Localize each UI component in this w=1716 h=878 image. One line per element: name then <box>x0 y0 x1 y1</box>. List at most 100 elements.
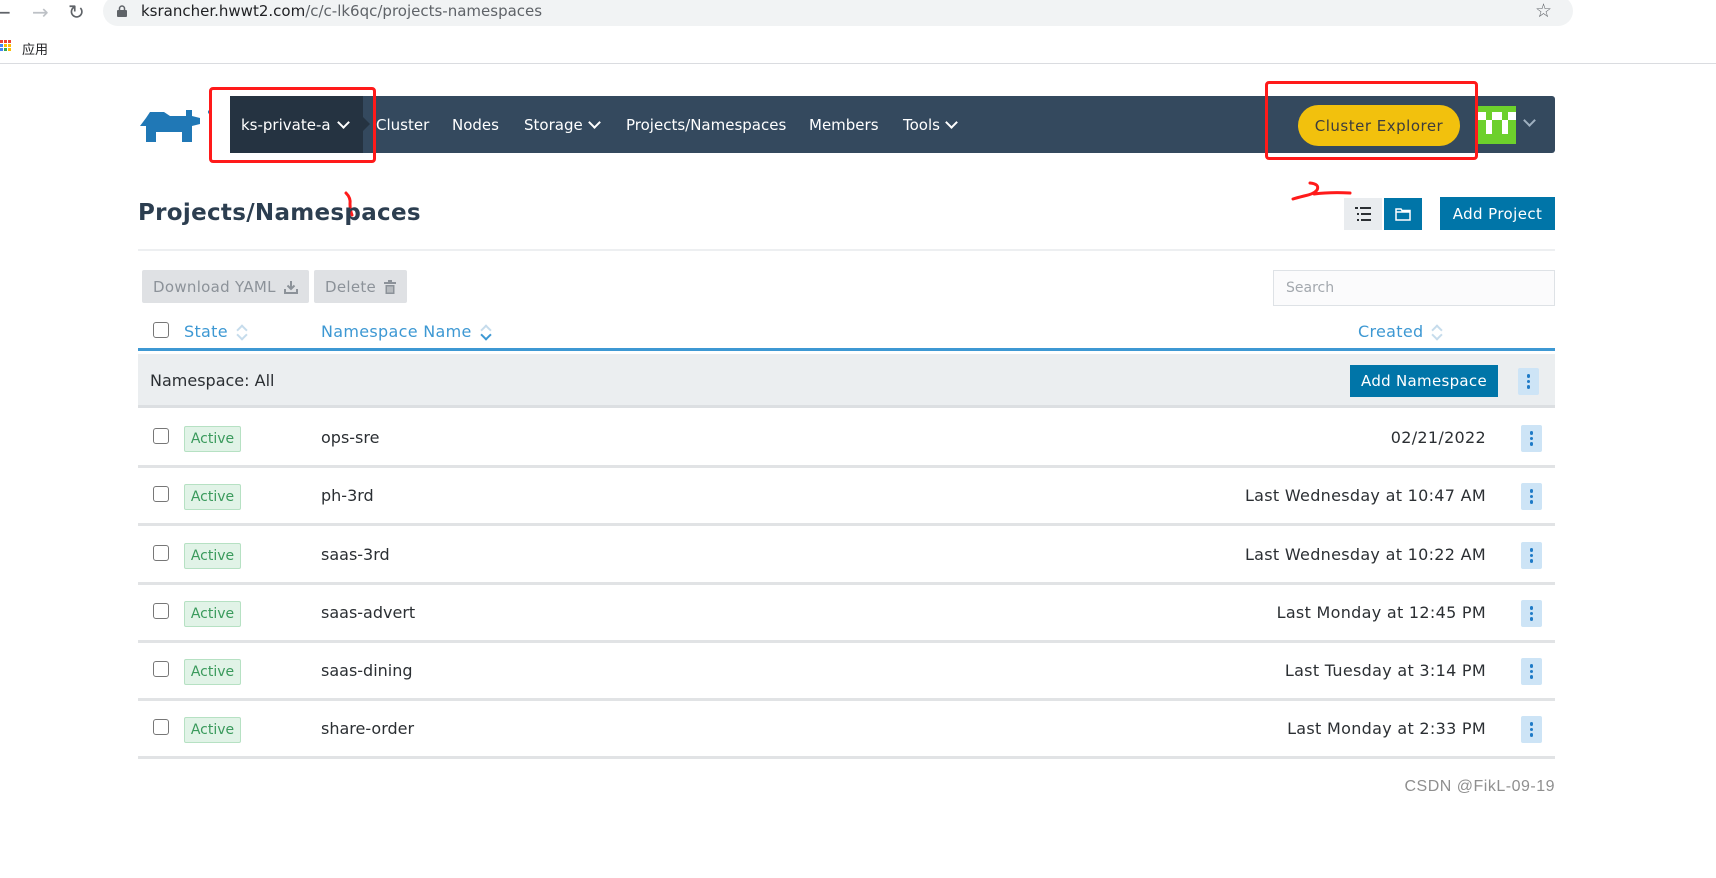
header-divider <box>138 249 1555 251</box>
row-actions-kebab-icon[interactable] <box>1521 425 1542 452</box>
row-actions-kebab-icon[interactable] <box>1521 716 1542 743</box>
table-row: Active ops-sre 02/21/2022 <box>138 410 1555 468</box>
table-row: Active share-order Last Monday at 2:33 P… <box>138 701 1555 759</box>
apps-grid-icon[interactable] <box>0 40 12 54</box>
status-badge: Active <box>184 543 241 569</box>
cluster-explorer-button[interactable]: Cluster Explorer <box>1298 105 1460 146</box>
top-navigation: ks-private-a Cluster Nodes Storage Proje… <box>230 96 1555 153</box>
namespace-name[interactable]: share-order <box>321 719 414 738</box>
created-date: Last Monday at 12:45 PM <box>1276 603 1486 622</box>
row-checkbox[interactable] <box>153 719 169 735</box>
row-checkbox[interactable] <box>153 661 169 677</box>
namespace-group-row: Namespace: All Add Namespace <box>138 354 1555 408</box>
table-row: Active ph-3rd Last Wednesday at 10:47 AM <box>138 468 1555 526</box>
address-bar[interactable]: ksrancher.hwwt2.com/c/c-lk6qc/projects-n… <box>103 0 1573 26</box>
row-checkbox[interactable] <box>153 545 169 561</box>
row-checkbox[interactable] <box>153 428 169 444</box>
nav-storage[interactable]: Storage <box>524 96 601 153</box>
nav-label: Members <box>809 115 879 134</box>
created-date: Last Wednesday at 10:47 AM <box>1244 486 1486 505</box>
chevron-down-icon <box>336 115 350 129</box>
add-project-button[interactable]: Add Project <box>1440 197 1555 230</box>
namespace-name[interactable]: ph-3rd <box>321 486 374 505</box>
delete-label: Delete <box>325 277 377 296</box>
list-icon <box>1355 207 1371 221</box>
sort-icon <box>237 324 247 340</box>
cluster-name: ks-private-a <box>241 115 331 134</box>
column-label: State <box>184 322 228 341</box>
download-yaml-label: Download YAML <box>153 277 276 296</box>
column-header-state[interactable]: State <box>184 322 247 341</box>
table-row: Active saas-advert Last Monday at 12:45 … <box>138 585 1555 643</box>
url-host: ksrancher.hwwt2.com <box>141 2 306 20</box>
sort-icon <box>1432 324 1442 340</box>
add-namespace-button[interactable]: Add Namespace <box>1350 365 1498 397</box>
download-yaml-button[interactable]: Download YAML <box>142 270 309 303</box>
url-path: /c/c-lk6qc/projects-namespaces <box>305 2 543 20</box>
nav-projects-namespaces[interactable]: Projects/Namespaces <box>626 96 786 153</box>
created-date: 02/21/2022 <box>1390 428 1486 447</box>
table-header: State Namespace Name Created <box>138 315 1555 351</box>
trash-icon <box>384 279 397 294</box>
search-input[interactable] <box>1273 270 1555 306</box>
delete-button[interactable]: Delete <box>314 270 408 303</box>
bookmarks-bar: 应用 <box>0 34 1716 64</box>
status-badge: Active <box>184 426 241 452</box>
url-text: ksrancher.hwwt2.com/c/c-lk6qc/projects-n… <box>141 2 542 20</box>
list-view-button[interactable] <box>1344 198 1382 230</box>
status-badge: Active <box>184 601 241 627</box>
apps-bookmark[interactable]: 应用 <box>22 39 48 58</box>
nav-label: Nodes <box>452 115 499 134</box>
nav-label: Cluster <box>376 115 430 134</box>
created-date: Last Tuesday at 3:14 PM <box>1284 661 1486 680</box>
status-badge: Active <box>184 659 241 685</box>
user-avatar[interactable] <box>1478 106 1516 144</box>
namespace-name[interactable]: saas-advert <box>321 603 415 622</box>
status-badge: Active <box>184 484 241 510</box>
created-date: Last Wednesday at 10:22 AM <box>1244 545 1486 564</box>
created-date: Last Monday at 2:33 PM <box>1287 719 1486 738</box>
nav-label: Storage <box>524 115 583 134</box>
folder-view-button[interactable] <box>1384 198 1422 230</box>
namespace-name[interactable]: ops-sre <box>321 428 379 447</box>
user-menu-chevron-icon[interactable] <box>1523 114 1536 127</box>
cluster-switcher[interactable]: ks-private-a <box>230 96 370 153</box>
page-title: Projects/Namespaces <box>138 200 421 226</box>
row-actions-kebab-icon[interactable] <box>1521 542 1542 569</box>
namespace-name[interactable]: saas-3rd <box>321 545 390 564</box>
nav-cluster[interactable]: Cluster <box>376 96 429 153</box>
lock-icon <box>117 5 127 17</box>
group-actions-kebab-icon[interactable] <box>1518 368 1539 395</box>
row-actions-kebab-icon[interactable] <box>1521 658 1542 685</box>
column-header-created[interactable]: Created <box>1358 322 1442 341</box>
group-label: Namespace: All <box>150 371 275 390</box>
nav-members[interactable]: Members <box>809 96 879 153</box>
sort-icon <box>481 324 491 340</box>
row-checkbox[interactable] <box>153 603 169 619</box>
browser-toolbar: ← → ↻ ksrancher.hwwt2.com/c/c-lk6qc/proj… <box>0 0 1716 26</box>
nav-label: Tools <box>903 115 940 134</box>
chevron-down-icon <box>945 115 958 129</box>
bookmark-star-icon[interactable]: ☆ <box>1535 0 1552 22</box>
row-checkbox[interactable] <box>153 486 169 502</box>
nav-label: Projects/Namespaces <box>626 115 787 134</box>
column-label: Namespace Name <box>321 322 472 341</box>
rancher-logo-icon[interactable] <box>140 108 216 144</box>
chevron-down-icon <box>587 115 601 129</box>
namespace-name[interactable]: saas-dining <box>321 661 413 680</box>
forward-icon[interactable]: → <box>32 0 49 24</box>
column-header-namespace-name[interactable]: Namespace Name <box>321 322 491 341</box>
row-actions-kebab-icon[interactable] <box>1521 483 1542 510</box>
reload-icon[interactable]: ↻ <box>68 0 85 24</box>
select-all-checkbox[interactable] <box>153 322 169 338</box>
download-icon <box>283 280 298 294</box>
back-icon[interactable]: ← <box>0 0 11 24</box>
watermark: CSDN @FikL-09-19 <box>1404 778 1555 795</box>
table-row: Active saas-dining Last Tuesday at 3:14 … <box>138 643 1555 701</box>
row-actions-kebab-icon[interactable] <box>1521 600 1542 627</box>
status-badge: Active <box>184 717 241 743</box>
nav-nodes[interactable]: Nodes <box>452 96 499 153</box>
column-label: Created <box>1358 322 1424 341</box>
nav-tools[interactable]: Tools <box>903 96 958 153</box>
table-row: Active saas-3rd Last Wednesday at 10:22 … <box>138 527 1555 585</box>
